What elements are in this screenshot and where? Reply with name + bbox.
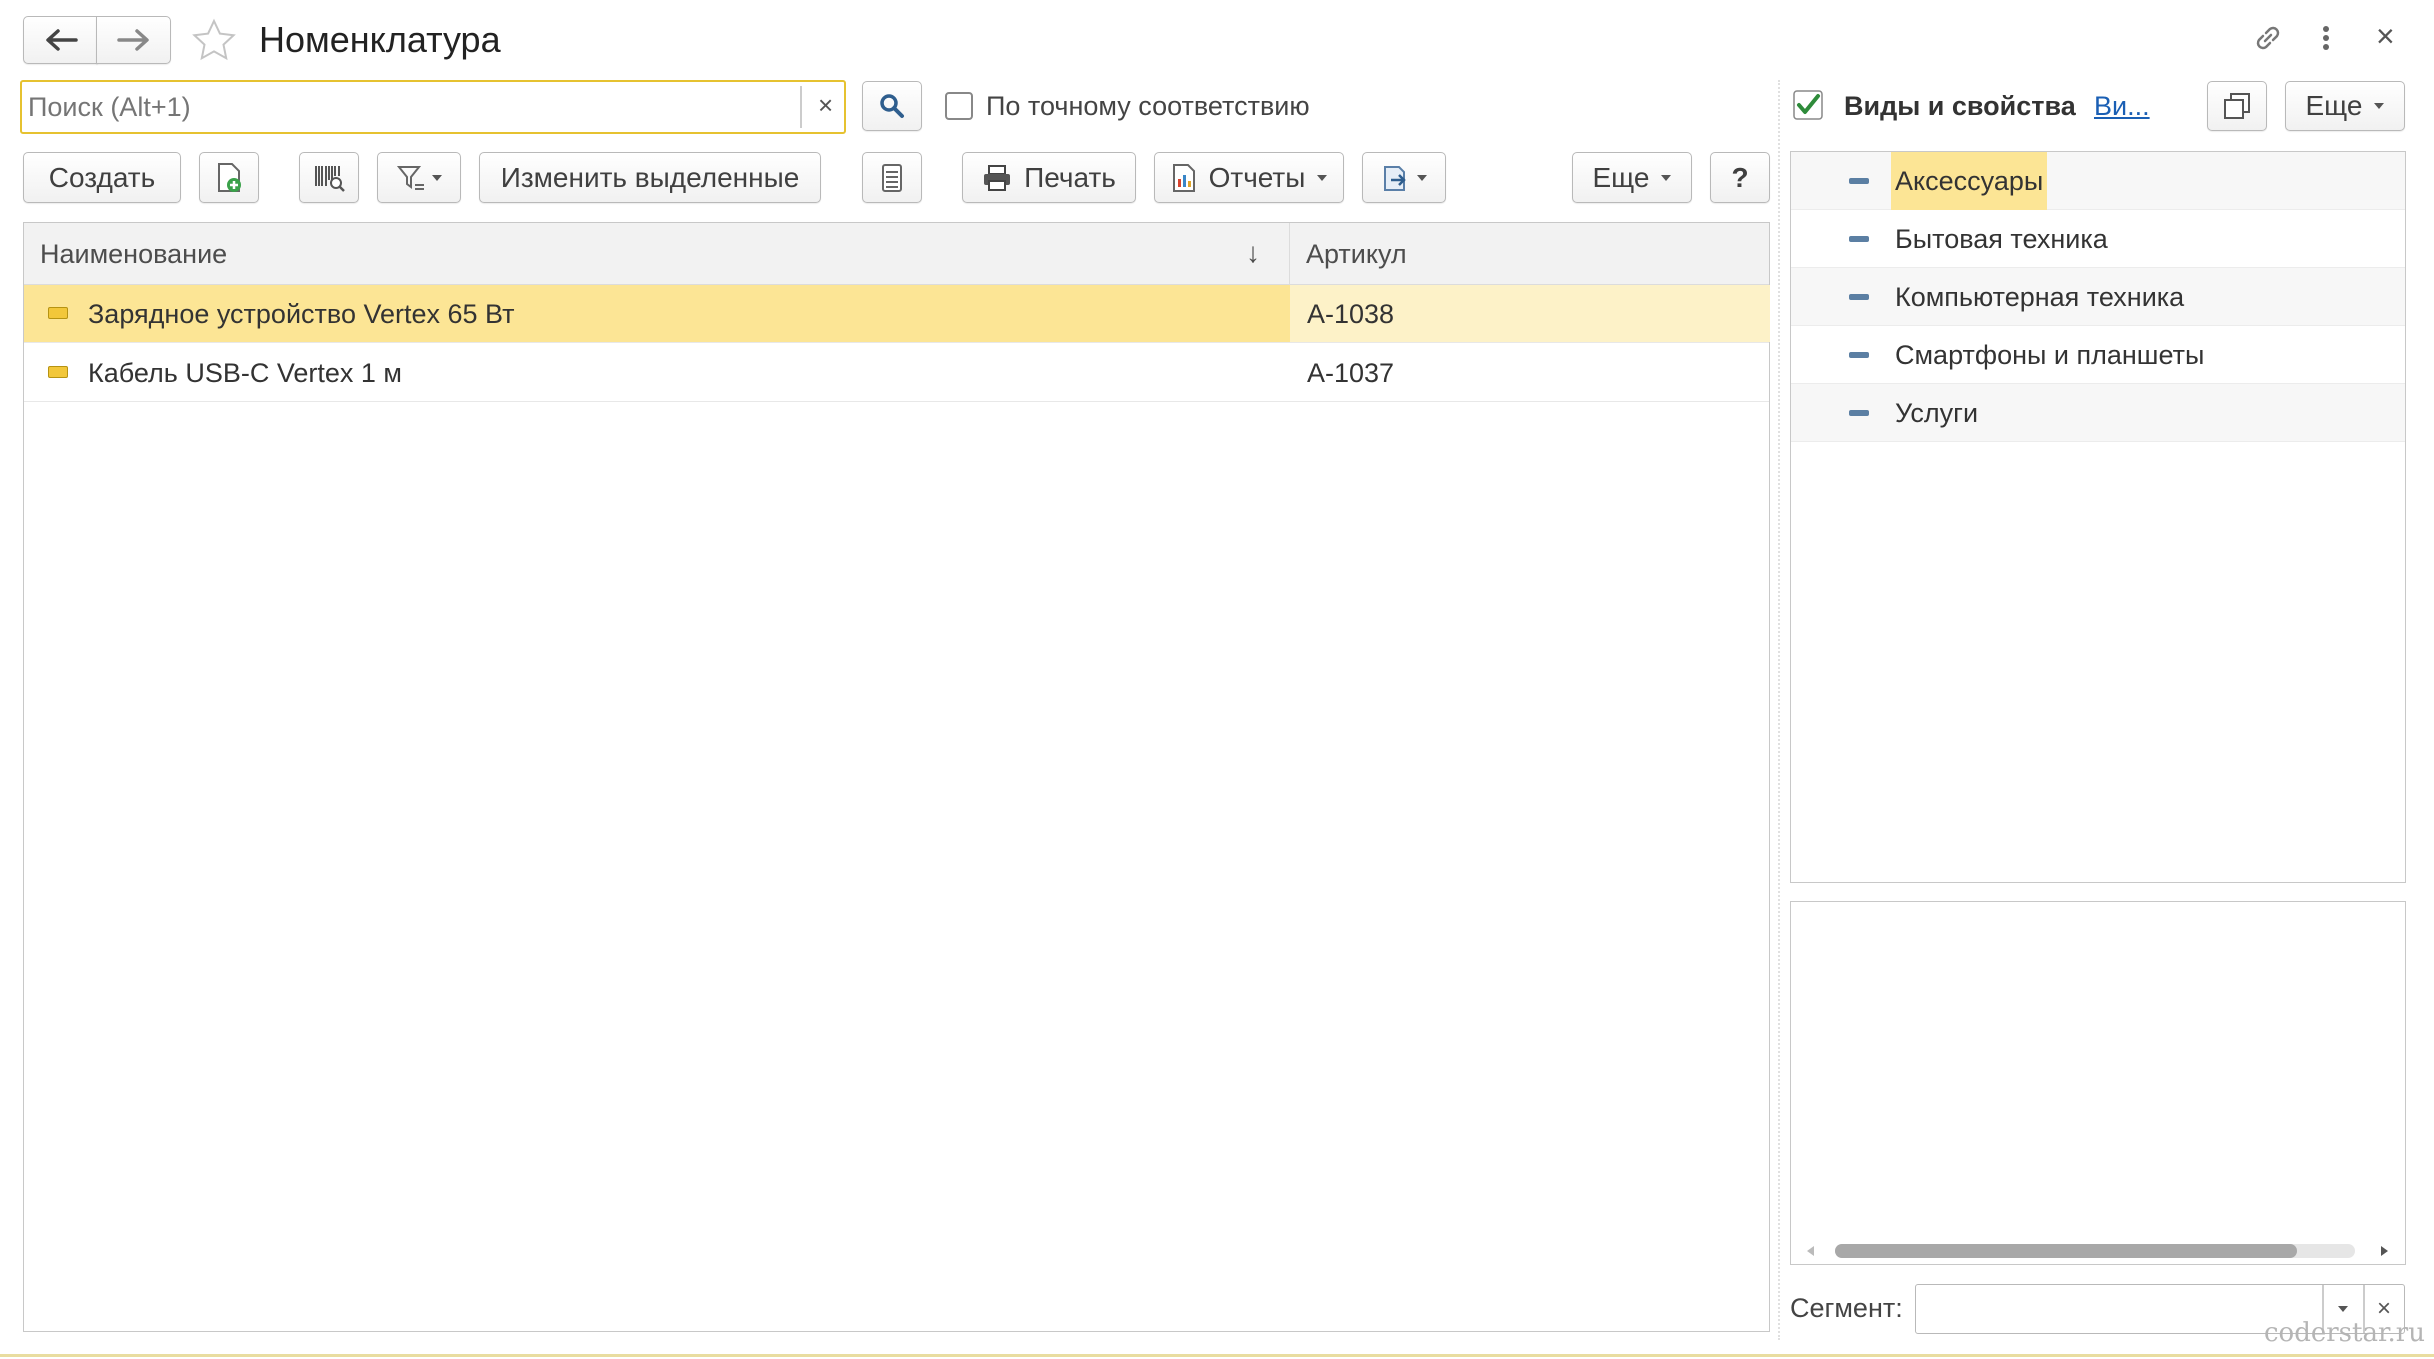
- exact-match-checkbox[interactable]: [945, 92, 973, 120]
- filter-icon: [396, 165, 424, 190]
- exact-match-label: По точному соответствию: [986, 91, 1310, 121]
- printer-icon: [984, 164, 1011, 191]
- link-icon: [2256, 26, 2280, 50]
- chevron-down-icon: [1661, 174, 1672, 181]
- types-checkbox[interactable]: [1793, 90, 1823, 120]
- back-button[interactable]: [23, 16, 98, 64]
- exchange-icon: [1384, 165, 1406, 191]
- report-icon: [1172, 163, 1195, 192]
- list-settings-button[interactable]: [862, 152, 922, 203]
- barcode-icon: [315, 165, 345, 192]
- link-button[interactable]: [2250, 20, 2286, 56]
- table-header: Наименование ↓ Артикул: [24, 223, 1769, 285]
- filter-button[interactable]: [377, 152, 461, 203]
- print-button[interactable]: Печать: [962, 152, 1136, 203]
- scroll-right-arrow[interactable]: [2381, 1246, 2388, 1256]
- table-row[interactable]: Кабель USB-C Vertex 1 м А-1037: [24, 344, 1769, 402]
- exchange-button[interactable]: [1362, 152, 1446, 203]
- types-label: Виды и свойства: [1844, 91, 2076, 121]
- forward-button[interactable]: [96, 16, 171, 64]
- more-label: Еще: [1592, 161, 1650, 193]
- list-icon: [882, 163, 902, 192]
- dash-icon: [1849, 236, 1869, 242]
- column-header-article[interactable]: Артикул: [1290, 223, 1770, 285]
- search-button[interactable]: [862, 81, 922, 131]
- dash-icon: [1849, 410, 1869, 416]
- arrow-right-icon: [116, 29, 149, 51]
- reports-button[interactable]: Отчеты: [1154, 152, 1344, 203]
- arrow-left-icon: [45, 29, 78, 51]
- dash-icon: [1849, 294, 1869, 300]
- bottom-border: [0, 1354, 2434, 1357]
- search-divider: [800, 86, 802, 128]
- chevron-down-icon: [2338, 1306, 2348, 1312]
- item-article: А-1038: [1307, 298, 1395, 329]
- more-button[interactable]: Еще: [1572, 152, 1692, 203]
- tree-item-label: Смартфоны и планшеты: [1895, 339, 2205, 370]
- item-article: А-1037: [1307, 357, 1395, 388]
- help-label: ?: [1731, 161, 1749, 193]
- tree-item-label: Аксессуары: [1891, 152, 2048, 210]
- item-icon: [48, 366, 68, 378]
- search-clear-button[interactable]: ×: [818, 90, 833, 121]
- windows-icon: [2224, 93, 2250, 119]
- side-more-label: Еще: [2305, 90, 2363, 121]
- search-input[interactable]: [28, 88, 808, 126]
- scrollbar-thumb[interactable]: [1835, 1244, 2297, 1258]
- print-label: Печать: [1024, 161, 1116, 193]
- star-icon: [192, 18, 236, 61]
- favorite-button[interactable]: [190, 17, 238, 65]
- tree-item[interactable]: Компьютерная техника: [1791, 268, 2405, 326]
- copy-window-button[interactable]: [2207, 81, 2267, 131]
- change-selected-button[interactable]: Изменить выделенные: [479, 152, 821, 203]
- help-button[interactable]: ?: [1710, 152, 1770, 203]
- tree-item-label: Услуги: [1895, 397, 1979, 428]
- create-copy-button[interactable]: [199, 152, 259, 203]
- tree-item-label: Компьютерная техника: [1895, 281, 2185, 312]
- chevron-down-icon: [432, 174, 442, 181]
- side-more-button[interactable]: Еще: [2285, 81, 2405, 131]
- chevron-down-icon: [1417, 174, 1427, 181]
- search-icon: [880, 94, 904, 118]
- dash-icon: [1849, 178, 1869, 184]
- close-window-button[interactable]: ×: [2376, 18, 2395, 54]
- scroll-left-arrow[interactable]: [1807, 1246, 1814, 1256]
- change-selected-label: Изменить выделенные: [500, 161, 800, 193]
- more-actions-button[interactable]: [2316, 20, 2336, 56]
- types-link[interactable]: Ви...: [2094, 91, 2150, 122]
- tree-item[interactable]: Аксессуары: [1791, 152, 2405, 210]
- column-header-article-label: Артикул: [1306, 238, 1407, 269]
- table-row[interactable]: Зарядное устройство Vertex 65 Вт А-1038: [24, 285, 1770, 343]
- create-button-label: Создать: [48, 161, 156, 193]
- reports-label: Отчеты: [1208, 161, 1306, 193]
- tree-item[interactable]: Бытовая техника: [1791, 210, 2405, 268]
- items-table: Наименование ↓ Артикул Зарядное устройст…: [23, 222, 1770, 1332]
- horizontal-scrollbar[interactable]: [1835, 1244, 2355, 1258]
- tree-item-label: Бытовая техника: [1895, 223, 2108, 254]
- dash-icon: [1849, 352, 1869, 358]
- panel-splitter[interactable]: [1778, 80, 1782, 1340]
- column-header-name-label: Наименование: [40, 238, 228, 269]
- checkmark-icon: [1793, 90, 1823, 120]
- item-name: Кабель USB-C Vertex 1 м: [88, 357, 402, 388]
- tree-item[interactable]: Смартфоны и планшеты: [1791, 326, 2405, 384]
- chevron-down-icon: [2374, 103, 2385, 109]
- barcode-search-button[interactable]: [299, 152, 359, 203]
- vertical-dots-icon: [2323, 26, 2329, 50]
- chevron-down-icon: [1317, 174, 1328, 181]
- column-header-name[interactable]: Наименование ↓: [24, 223, 1290, 285]
- create-button[interactable]: Создать: [23, 152, 181, 203]
- item-name: Зарядное устройство Vertex 65 Вт: [88, 298, 515, 329]
- types-tree: Аксессуары Бытовая техника Компьютерная …: [1790, 151, 2406, 883]
- document-add-icon: [218, 162, 241, 192]
- sort-indicator: ↓: [1246, 237, 1260, 268]
- item-icon: [48, 307, 68, 319]
- properties-panel: [1790, 901, 2406, 1265]
- page-title: Номенклатура: [259, 19, 501, 60]
- watermark: coderstar.ru: [2264, 1318, 2425, 1348]
- tree-item[interactable]: Услуги: [1791, 384, 2405, 442]
- search-box: ×: [20, 80, 846, 134]
- segment-label: Сегмент:: [1790, 1293, 1903, 1323]
